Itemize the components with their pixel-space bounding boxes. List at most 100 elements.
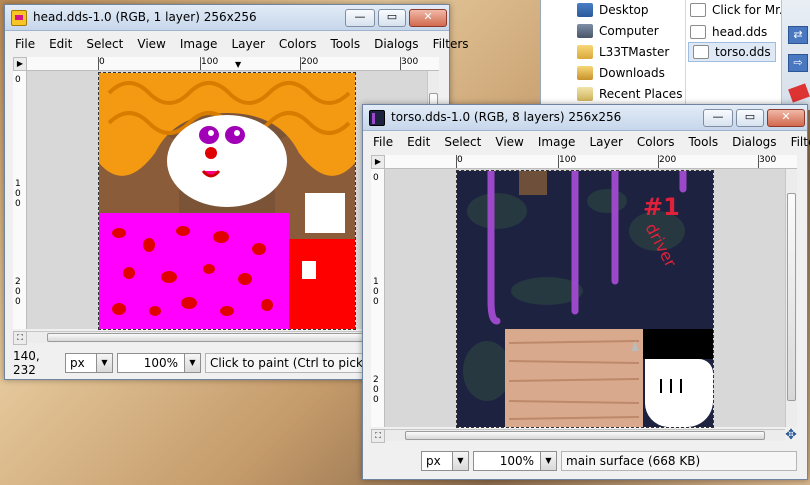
nav-item-l33tmaster[interactable]: L33TMaster — [577, 42, 669, 62]
menu-edit[interactable]: Edit — [43, 35, 80, 55]
ruler-tick-label: 0 — [99, 57, 105, 67]
menu-select[interactable]: Select — [438, 133, 489, 153]
menu-file[interactable]: File — [367, 133, 401, 153]
file-item-label: head.dds — [712, 25, 768, 39]
ruler-tick-label: 100 — [201, 57, 219, 67]
head-texture-artwork — [99, 73, 355, 329]
arrow-left-icon[interactable]: ⇄ — [788, 26, 808, 44]
horizontal-scrollbar[interactable] — [385, 429, 785, 441]
pointer-coordinates: 140, 232 — [13, 349, 40, 377]
zoom-select[interactable]: 100% ▼ — [117, 353, 201, 373]
nav-item-recent-places[interactable]: Recent Places — [577, 84, 682, 104]
menu-edit[interactable]: Edit — [401, 133, 438, 153]
menu-colors[interactable]: Colors — [273, 35, 325, 55]
chevron-down-icon: ▼ — [184, 354, 200, 372]
file-explorer-window: Desktop Computer L33TMaster Downloads Re… — [540, 0, 810, 110]
file-item-selected[interactable]: torso.dds — [688, 42, 776, 62]
status-message: main surface (668 KB) — [561, 451, 797, 471]
vertical-scrollbar[interactable] — [785, 169, 797, 427]
navigate-icon[interactable]: ⛶ — [13, 331, 27, 345]
nav-item-label: L33TMaster — [599, 45, 670, 59]
explorer-side-toolbar: ⇄ ⇨ — [781, 0, 810, 110]
unit-select[interactable]: px ▼ — [421, 451, 469, 471]
nav-item-computer[interactable]: Computer — [577, 21, 659, 41]
move-arrows-icon[interactable]: ✥ — [783, 427, 799, 443]
ruler-tick-label: 300 — [759, 155, 777, 165]
horizontal-ruler: 0 100 200 300 — [385, 155, 797, 169]
ruler-tick-label: 0 — [373, 173, 379, 183]
chevron-down-icon: ▼ — [96, 354, 112, 372]
zoom-select[interactable]: 100% ▼ — [473, 451, 557, 471]
nav-item-downloads[interactable]: Downloads — [577, 63, 665, 83]
canvas-viewport[interactable]: #1 driver — [385, 169, 797, 428]
gimp-image-icon — [369, 110, 385, 126]
vertical-scroll-thumb[interactable] — [787, 193, 796, 401]
maximize-button[interactable]: ▭ — [736, 109, 764, 127]
arrow-right-icon[interactable]: ⇨ — [788, 54, 808, 72]
user-folder-icon — [577, 45, 593, 59]
canvas-number-text: #1 — [643, 193, 680, 221]
nav-item-label: Computer — [599, 24, 659, 38]
torso-window-titlebar[interactable]: torso.dds-1.0 (RGB, 8 layers) 256x256 — … — [363, 105, 807, 131]
file-item[interactable]: Click for Mr. — [690, 0, 783, 20]
menu-layer[interactable]: Layer — [583, 133, 630, 153]
desktop-icon — [577, 3, 593, 17]
menu-tools[interactable]: Tools — [683, 133, 727, 153]
torso-statusbar: px ▼ 100% ▼ main surface (668 KB) — [421, 449, 801, 473]
nav-item-label: Recent Places — [599, 87, 683, 101]
chevron-down-icon: ▼ — [540, 452, 556, 470]
horizontal-scroll-thumb[interactable] — [405, 431, 765, 440]
menu-view[interactable]: View — [131, 35, 173, 55]
zoom-value: 100% — [499, 454, 534, 468]
image-file-icon — [690, 25, 706, 39]
file-item[interactable]: head.dds — [690, 22, 767, 42]
horizontal-ruler: 0 100 200 300 ▼ — [27, 57, 439, 71]
head-window-titlebar[interactable]: head.dds-1.0 (RGB, 1 layer) 256x256 — ▭ … — [5, 5, 449, 31]
zoom-value: 100% — [143, 356, 178, 370]
menu-dialogs[interactable]: Dialogs — [726, 133, 784, 153]
pointer-position-marker-icon: ▼ — [235, 60, 242, 69]
close-button[interactable]: ✕ — [767, 109, 805, 127]
menu-image[interactable]: Image — [532, 133, 584, 153]
quick-mask-menu-icon[interactable]: ▶ — [13, 57, 27, 71]
minimize-button[interactable]: — — [703, 109, 733, 127]
downloads-folder-icon — [577, 66, 593, 80]
ruler-tick-label: 200 — [659, 155, 677, 165]
ruler-tick-label: 300 — [401, 57, 419, 67]
explorer-nav-pane: Desktop Computer L33TMaster Downloads Re… — [541, 0, 683, 110]
minimize-button[interactable]: — — [345, 9, 375, 27]
vertical-ruler: 0 100 200 — [371, 169, 385, 427]
menu-image[interactable]: Image — [174, 35, 226, 55]
ruler-tick-label: 200 — [301, 57, 319, 67]
head-texture-canvas[interactable] — [98, 72, 356, 330]
maximize-button[interactable]: ▭ — [378, 9, 406, 27]
gimp-image-icon — [11, 10, 27, 26]
menu-filters[interactable]: Filters — [785, 133, 810, 153]
menu-view[interactable]: View — [489, 133, 531, 153]
menu-file[interactable]: File — [9, 35, 43, 55]
menu-dialogs[interactable]: Dialogs — [368, 35, 426, 55]
menu-layer[interactable]: Layer — [225, 35, 272, 55]
quick-mask-menu-icon[interactable]: ▶ — [371, 155, 385, 169]
menu-filters[interactable]: Filters — [427, 35, 477, 55]
torso-image-window: torso.dds-1.0 (RGB, 8 layers) 256x256 — … — [362, 104, 810, 480]
eraser-icon — [788, 83, 810, 103]
torso-menubar: File Edit Select View Image Layer Colors… — [367, 133, 810, 153]
vertical-ruler: 0 100 200 — [13, 71, 27, 329]
recent-places-icon — [577, 87, 593, 101]
torso-texture-artwork: #1 driver — [457, 171, 713, 427]
nav-item-desktop[interactable]: Desktop — [577, 0, 649, 20]
navigate-icon[interactable]: ⛶ — [371, 429, 385, 443]
unit-value: px — [70, 356, 85, 370]
ruler-tick-label: 0 — [457, 155, 463, 165]
horizontal-scroll-thumb[interactable] — [47, 333, 407, 342]
menu-colors[interactable]: Colors — [631, 133, 683, 153]
close-button[interactable]: ✕ — [409, 9, 447, 27]
explorer-file-list: Click for Mr. head.dds torso.dds — [685, 0, 783, 110]
menu-select[interactable]: Select — [80, 35, 131, 55]
unit-select[interactable]: px ▼ — [65, 353, 113, 373]
menu-tools[interactable]: Tools — [325, 35, 369, 55]
head-menubar: File Edit Select View Image Layer Colors… — [9, 35, 469, 55]
torso-texture-canvas[interactable]: #1 driver — [456, 170, 714, 428]
document-icon — [690, 3, 706, 17]
